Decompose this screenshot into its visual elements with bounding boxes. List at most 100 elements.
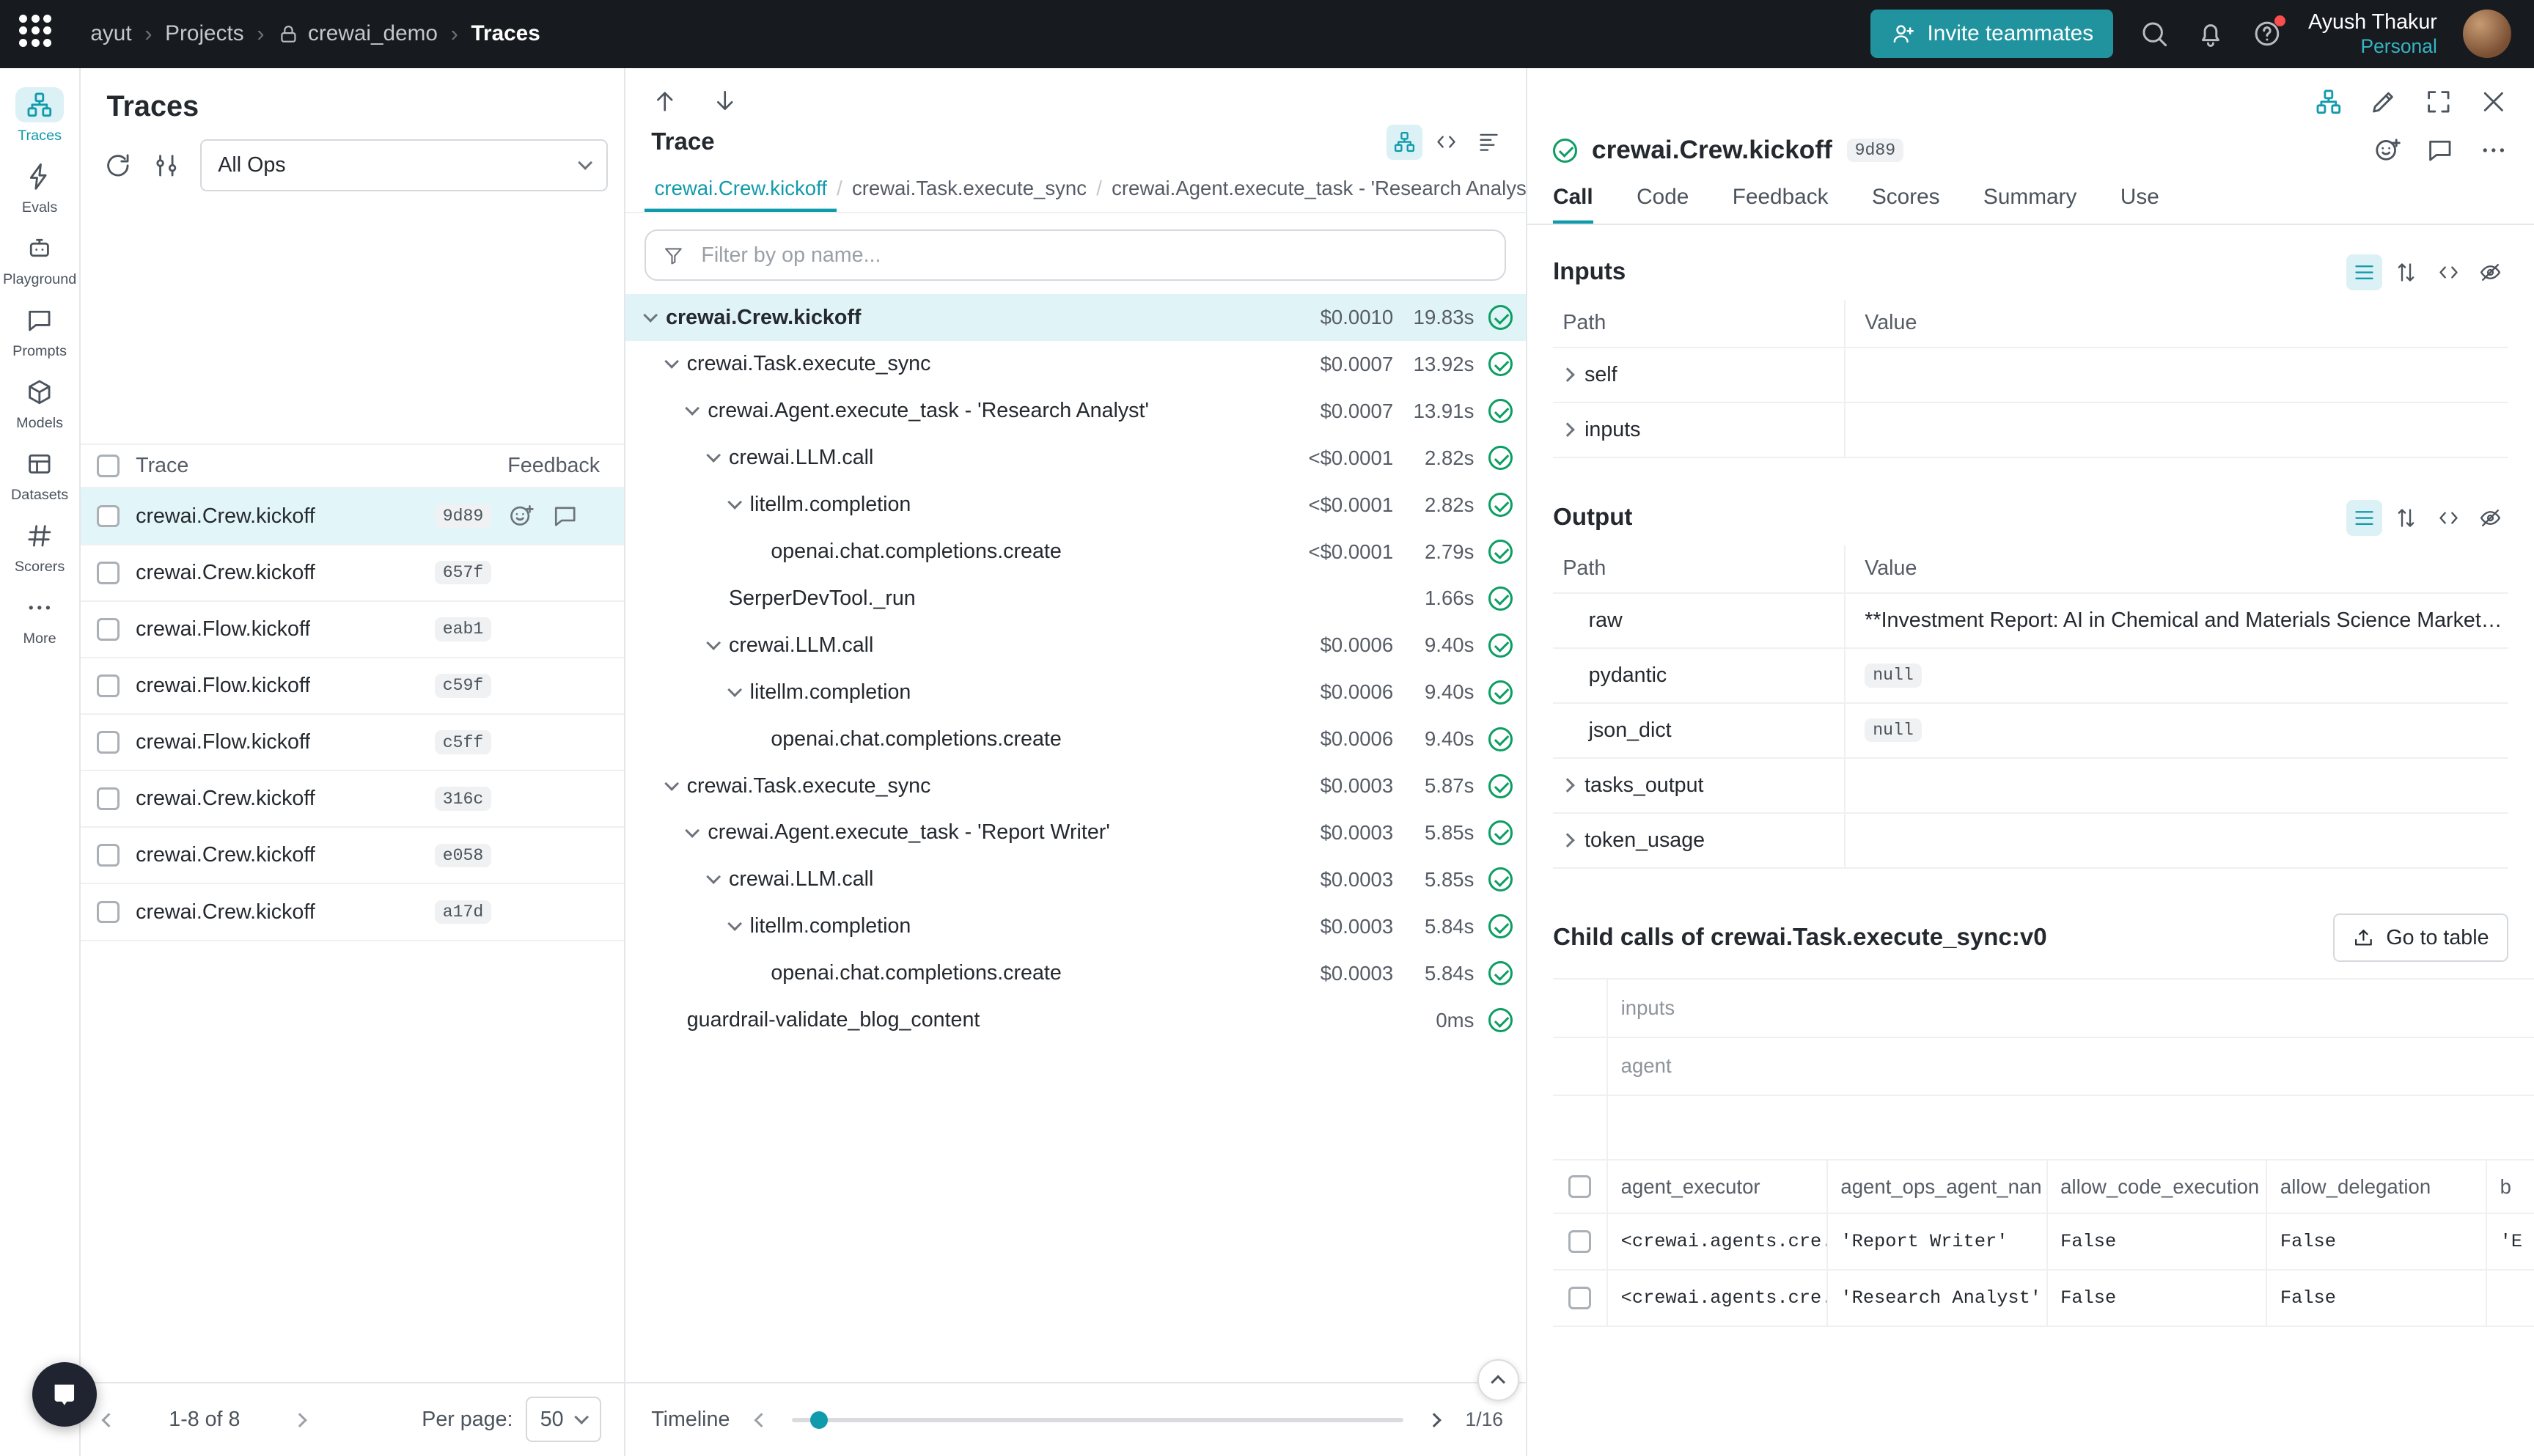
per-page-select[interactable]: 50	[526, 1397, 601, 1442]
column-header[interactable]: agent_executor	[1608, 1161, 1828, 1213]
chevron-right-icon[interactable]	[1560, 367, 1575, 382]
chevron-down-icon[interactable]	[727, 495, 742, 510]
chevron-right-icon[interactable]	[1560, 778, 1575, 793]
tab-scores[interactable]: Scores	[1872, 185, 1940, 224]
scroll-to-top-button[interactable]	[1477, 1359, 1519, 1401]
chevron-down-icon[interactable]	[664, 776, 679, 791]
row-checkbox[interactable]	[97, 844, 120, 867]
path-tab[interactable]: crewai.Agent.execute_task - 'Research An…	[1102, 177, 1526, 211]
list-view-icon[interactable]	[2346, 254, 2381, 290]
next-page-button[interactable]	[289, 1401, 312, 1438]
column-header[interactable]: agent_ops_agent_nan	[1828, 1161, 2048, 1213]
io-row[interactable]: self	[1553, 348, 2508, 403]
sidebar-item-evals[interactable]: Evals	[1, 159, 78, 216]
op-filter-select[interactable]: All Ops	[200, 139, 608, 191]
chevron-right-icon[interactable]	[1560, 833, 1575, 848]
close-icon[interactable]	[2479, 87, 2508, 117]
trace-op-name[interactable]: crewai.Flow.kickoff	[136, 674, 310, 698]
io-row[interactable]: raw **Investment Report: AI in Chemical …	[1553, 594, 2508, 649]
trace-row[interactable]: crewai.Flow.kickoff eab1	[81, 602, 624, 658]
io-row[interactable]: token_usage	[1553, 814, 2508, 869]
timeline-prev-button[interactable]	[749, 1401, 773, 1438]
overflow-menu-icon[interactable]	[2479, 136, 2508, 165]
go-to-table-button[interactable]: Go to table	[2333, 913, 2508, 962]
open-trace-tree-icon[interactable]	[2314, 87, 2343, 117]
comment-icon[interactable]	[2425, 136, 2455, 165]
select-all-checkbox[interactable]	[1568, 1175, 1591, 1198]
column-header[interactable]: allow_code_execution	[2048, 1161, 2268, 1213]
hide-icon[interactable]	[2472, 254, 2508, 290]
tab-use[interactable]: Use	[2120, 185, 2159, 224]
code-view-icon[interactable]	[2431, 254, 2466, 290]
span-row[interactable]: crewai.Task.execute_sync $0.0003 5.87s	[625, 762, 1526, 809]
span-row[interactable]: openai.chat.completions.create <$0.0001 …	[625, 529, 1526, 576]
row-checkbox[interactable]	[97, 731, 120, 754]
chevron-down-icon[interactable]	[685, 401, 699, 416]
child-call-row[interactable]: <crewai.agents.cre... 'Report Writer' Fa…	[1553, 1214, 2534, 1271]
span-row[interactable]: litellm.completion <$0.0001 2.82s	[625, 482, 1526, 529]
row-checkbox[interactable]	[97, 901, 120, 924]
feedback-column-header[interactable]: Feedback	[507, 454, 624, 478]
trace-op-name[interactable]: crewai.Crew.kickoff	[136, 843, 315, 867]
tab-code[interactable]: Code	[1637, 185, 1689, 224]
breadcrumb-entity[interactable]: ayut	[90, 21, 131, 46]
sort-icon[interactable]	[2389, 254, 2424, 290]
span-row[interactable]: openai.chat.completions.create $0.0003 5…	[625, 950, 1526, 997]
invite-teammates-button[interactable]: Invite teammates	[1870, 10, 2112, 58]
trace-op-name[interactable]: crewai.Flow.kickoff	[136, 617, 310, 641]
user-menu[interactable]: Ayush Thakur Personal	[2308, 10, 2437, 58]
add-reaction-icon[interactable]	[507, 502, 535, 529]
row-checkbox[interactable]	[97, 562, 120, 584]
prev-page-button[interactable]	[97, 1401, 120, 1438]
tree-view-button[interactable]	[1387, 125, 1422, 160]
timeline-slider[interactable]	[792, 1410, 1403, 1429]
sidebar-item-models[interactable]: Models	[1, 375, 78, 432]
row-checkbox[interactable]	[97, 787, 120, 810]
span-row[interactable]: crewai.LLM.call <$0.0001 2.82s	[625, 435, 1526, 482]
io-row[interactable]: tasks_output	[1553, 759, 2508, 814]
chevron-down-icon[interactable]	[727, 683, 742, 697]
trace-row[interactable]: crewai.Crew.kickoff a17d	[81, 884, 624, 941]
chat-support-button[interactable]	[32, 1362, 97, 1427]
bell-icon[interactable]	[2195, 18, 2226, 49]
sidebar-item-scorers[interactable]: Scorers	[1, 518, 78, 576]
trace-op-name[interactable]: crewai.Flow.kickoff	[136, 730, 310, 754]
span-row[interactable]: crewai.Crew.kickoff $0.0010 19.83s	[625, 294, 1526, 341]
code-view-icon[interactable]	[2431, 500, 2466, 535]
io-row[interactable]: pydantic null	[1553, 649, 2508, 704]
code-view-button[interactable]	[1429, 125, 1464, 160]
path-tab[interactable]: crewai.Task.execute_sync	[842, 177, 1096, 211]
breadcrumb-projects[interactable]: Projects	[165, 21, 243, 46]
child-call-row[interactable]: <crewai.agents.cre... 'Research Analyst'…	[1553, 1271, 2534, 1327]
fullscreen-icon[interactable]	[2424, 87, 2453, 117]
column-header[interactable]: b	[2487, 1161, 2534, 1213]
span-row[interactable]: guardrail-validate_blog_content 0ms	[625, 997, 1526, 1044]
add-note-icon[interactable]	[551, 502, 579, 529]
trace-row[interactable]: crewai.Flow.kickoff c59f	[81, 658, 624, 715]
row-checkbox[interactable]	[1568, 1287, 1591, 1309]
edit-icon[interactable]	[2369, 87, 2398, 117]
row-checkbox[interactable]	[97, 505, 120, 528]
wandb-logo[interactable]	[19, 15, 58, 54]
search-icon[interactable]	[2139, 18, 2170, 49]
tab-feedback[interactable]: Feedback	[1733, 185, 1829, 224]
sidebar-item-playground[interactable]: Playground	[1, 231, 78, 288]
chevron-down-icon[interactable]	[727, 916, 742, 931]
flame-view-button[interactable]	[1471, 125, 1506, 160]
path-tab[interactable]: crewai.Crew.kickoff	[644, 177, 837, 211]
io-row[interactable]: json_dict null	[1553, 704, 2508, 759]
span-row[interactable]: SerperDevTool._run 1.66s	[625, 576, 1526, 622]
sidebar-item-prompts[interactable]: Prompts	[1, 303, 78, 360]
chevron-down-icon[interactable]	[706, 869, 721, 884]
trace-op-name[interactable]: crewai.Crew.kickoff	[136, 504, 315, 529]
sidebar-item-traces[interactable]: Traces	[1, 87, 78, 144]
trace-row[interactable]: crewai.Crew.kickoff 657f	[81, 545, 624, 602]
timeline-next-button[interactable]	[1422, 1401, 1446, 1438]
sort-icon[interactable]	[2389, 500, 2424, 535]
span-row[interactable]: crewai.Task.execute_sync $0.0007 13.92s	[625, 341, 1526, 388]
span-row[interactable]: crewai.Agent.execute_task - 'Report Writ…	[625, 809, 1526, 856]
span-row[interactable]: crewai.LLM.call $0.0006 9.40s	[625, 622, 1526, 669]
trace-op-name[interactable]: crewai.Crew.kickoff	[136, 787, 315, 811]
span-row[interactable]: crewai.Agent.execute_task - 'Research An…	[625, 388, 1526, 435]
trace-op-name[interactable]: crewai.Crew.kickoff	[136, 900, 315, 924]
